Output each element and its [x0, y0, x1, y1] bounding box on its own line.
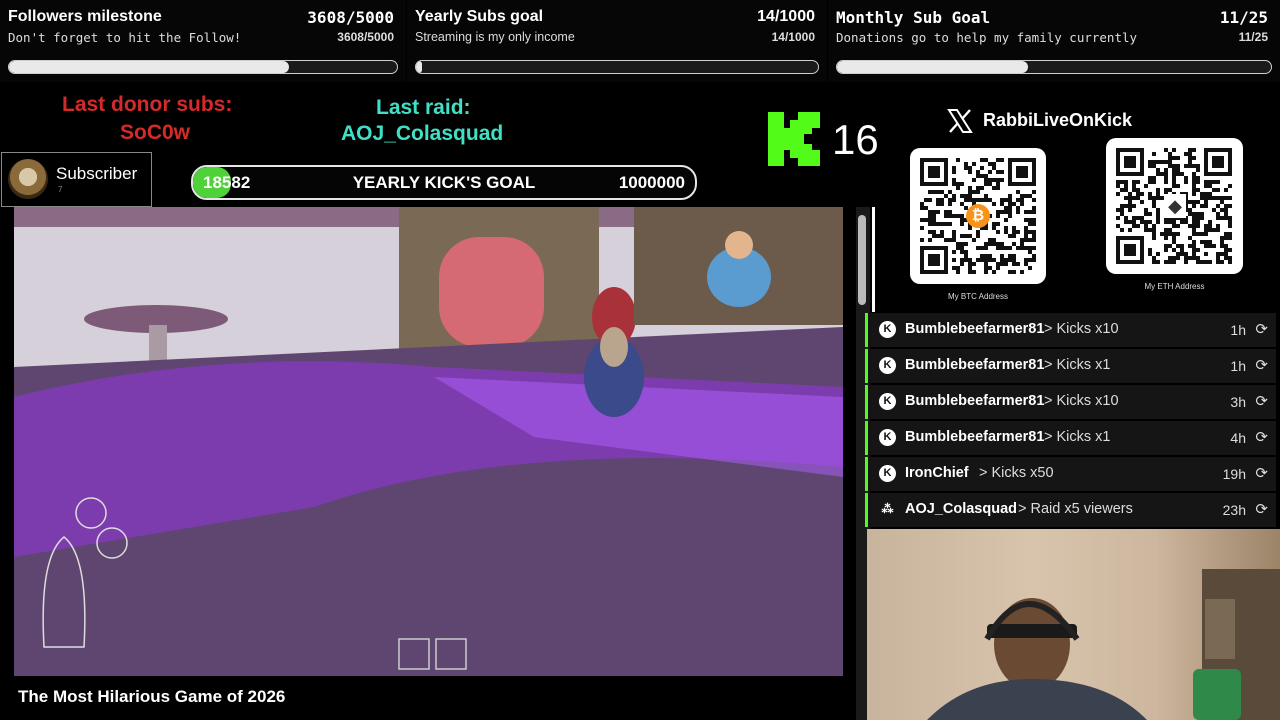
goal-progress-fill: [837, 61, 1028, 73]
kick-icon: K: [879, 393, 896, 410]
goal-subtitle: Don't forget to hit the Follow!: [8, 30, 242, 45]
goal-title-value: 11/25: [1219, 8, 1268, 27]
event-action: > Kicks x1: [1044, 357, 1111, 373]
subscriber-label: Subscriber: [56, 164, 138, 183]
event-action: > Kicks x10: [1044, 321, 1119, 337]
goal-subtitle-value: 11/25: [1238, 30, 1268, 44]
event-row: K IronChief > Kicks x50 19h ⟳: [865, 457, 1276, 491]
event-time: 3h: [1230, 394, 1246, 410]
divider: [872, 207, 875, 312]
ethereum-icon: ◆: [1164, 194, 1186, 218]
last-raid-name: AOJ_Colasquad: [341, 122, 504, 145]
eth-qr-code: ◆: [1106, 138, 1243, 274]
raid-icon: ⁂: [881, 502, 894, 516]
scrollbar-thumb[interactable]: [858, 215, 866, 305]
replay-icon[interactable]: ⟳: [1255, 428, 1268, 446]
replay-icon[interactable]: ⟳: [1255, 500, 1268, 518]
last-raid-label: Last raid:: [376, 96, 471, 119]
goal-progress-fill: [416, 61, 422, 73]
goal-progress-fill: [9, 61, 289, 73]
goal-subtitle-value: 14/1000: [771, 30, 815, 44]
goal-progress-bar: [8, 60, 398, 74]
subscriber-count: 7: [58, 185, 63, 194]
event-row: K Bumblebeefarmer81 > Kicks x10 1h ⟳: [865, 313, 1276, 347]
bitcoin-icon: ₿: [966, 204, 990, 228]
event-time: 1h: [1230, 322, 1246, 338]
event-row: K Bumblebeefarmer81 > Kicks x1 4h ⟳: [865, 421, 1276, 455]
btc-qr-code: ₿: [910, 148, 1046, 284]
game-scene: [14, 207, 843, 676]
webcam-scene: [927, 569, 1280, 720]
event-row: ⁂ AOJ_Colasquad > Raid x5 viewers 23h ⟳: [865, 493, 1276, 527]
game-title: The Most Hilarious Game of 2026: [18, 687, 286, 706]
event-time: 4h: [1230, 430, 1246, 446]
avatar: [8, 159, 48, 199]
kick-icon: K: [879, 357, 896, 374]
event-user: Bumblebeefarmer81: [905, 429, 1045, 445]
last-donor-label: Last donor subs:: [62, 93, 233, 116]
event-list: K Bumblebeefarmer81 > Kicks x10 1h ⟳ K B…: [865, 313, 1276, 528]
kick-logo-icon: [768, 112, 820, 166]
goal-subtitle-value: 3608/5000: [337, 30, 394, 44]
webcam-feed: [867, 529, 1280, 720]
event-row: K Bumblebeefarmer81 > Kicks x1 1h ⟳: [865, 349, 1276, 383]
event-time: 23h: [1222, 502, 1246, 518]
goal-title: Yearly Subs goal: [415, 8, 544, 25]
replay-icon[interactable]: ⟳: [1255, 320, 1268, 338]
event-action: > Kicks x10: [1044, 393, 1119, 409]
game-capture: [14, 207, 843, 676]
kick-counter: 16: [832, 116, 879, 163]
event-time: 19h: [1222, 466, 1246, 482]
replay-icon[interactable]: ⟳: [1255, 392, 1268, 410]
btc-qr-caption: My BTC Address: [947, 292, 1008, 301]
goal-subtitle: Donations go to help my family currently: [836, 30, 1138, 45]
event-time: 1h: [1230, 358, 1246, 374]
event-row: K Bumblebeefarmer81 > Kicks x10 3h ⟳: [865, 385, 1276, 419]
replay-icon[interactable]: ⟳: [1255, 464, 1268, 482]
goal-progress-bar: [836, 60, 1272, 74]
social-handle: RabbiLiveOnKick: [983, 110, 1133, 130]
kicks-goal-target: 1000000: [618, 173, 685, 192]
goal-progress-bar: [415, 60, 819, 74]
yearly-kicks-goal-bar: 18582 YEARLY KICK'S GOAL 1000000: [191, 165, 697, 200]
kick-icon: K: [879, 321, 896, 338]
event-user: AOJ_Colasquad: [905, 501, 1017, 517]
kick-icon: K: [879, 429, 896, 446]
event-user: Bumblebeefarmer81: [905, 393, 1045, 409]
replay-icon[interactable]: ⟳: [1255, 356, 1268, 374]
event-user: Bumblebeefarmer81: [905, 321, 1045, 337]
goal-title: Followers milestone: [8, 8, 162, 25]
last-donor-name: SoC0w: [120, 121, 191, 144]
monthly-sub-goal: Monthly Sub Goal 11/25 Donations go to h…: [828, 0, 1280, 82]
kick-icon: K: [879, 465, 896, 482]
x-logo-icon: [947, 109, 973, 133]
goal-subtitle: Streaming is my only income: [415, 30, 575, 44]
followers-goal: Followers milestone 3608/5000 Don't forg…: [0, 0, 406, 82]
yearly-subs-goal: Yearly Subs goal 14/1000 Streaming is my…: [407, 0, 827, 82]
event-action: > Raid x5 viewers: [1018, 501, 1133, 517]
event-user: IronChief: [905, 465, 969, 481]
goal-title: Monthly Sub Goal: [836, 8, 991, 27]
goal-title-value: 3608/5000: [307, 8, 394, 27]
event-user: Bumblebeefarmer81: [905, 357, 1045, 373]
event-action: > Kicks x1: [1044, 429, 1111, 445]
subscriber-card: Subscriber 7: [1, 152, 152, 207]
goal-title-value: 14/1000: [757, 8, 815, 25]
event-action: > Kicks x50: [979, 465, 1054, 481]
eth-qr-caption: My ETH Address: [1144, 282, 1205, 291]
